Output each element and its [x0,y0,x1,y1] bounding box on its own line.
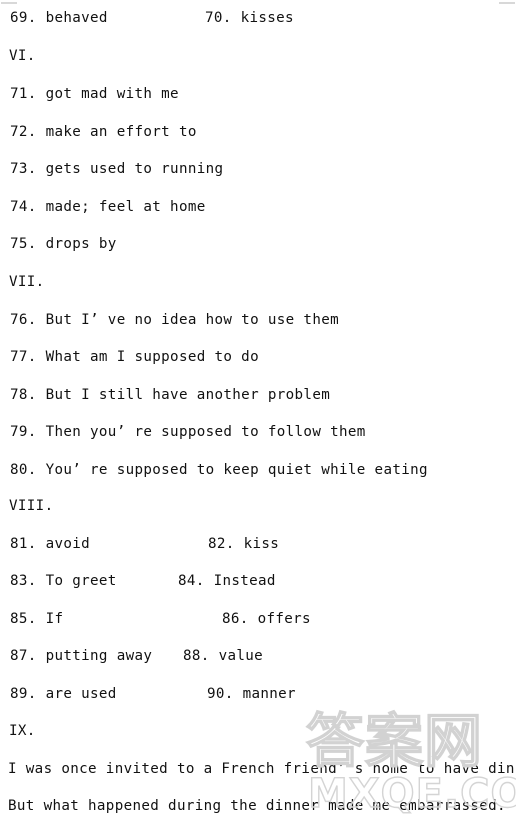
answer-line-75: 75. drops by [10,236,117,252]
answer-line-87: 87. putting away [10,648,153,664]
answer-line-90: 90. manner [207,686,296,702]
answer-line-78: 78. But I still have another problem [10,387,331,403]
answer-line-77: 77. What am I supposed to do [10,349,259,365]
answer-line-70: 70. kisses [205,10,294,26]
answer-line-69: 69. behaved [10,10,108,26]
answer-line-84: 84. Instead [178,573,276,589]
answer-line-72: 72. make an effort to [10,124,197,140]
answer-line-85: 85. If [10,611,64,627]
answer-line-83: 83. To greet [10,573,117,589]
section-heading-vii: VII. [9,274,45,290]
answer-line-86: 86. offers [222,611,311,627]
answer-line-76: 76. But I’ ve no idea how to use them [10,312,339,328]
answer-line-71: 71. got mad with me [10,86,179,102]
essay-paragraph-line-1: I was once invited to a French friend’ s… [8,761,516,777]
page-crop-mark-right [499,2,515,4]
section-heading-ix: IX. [9,723,36,739]
answer-line-88: 88. value [183,648,264,664]
answer-line-81: 81. avoid [10,536,91,552]
page-crop-mark-left [1,2,17,4]
answer-line-79: 79. Then you’ re supposed to follow them [10,424,366,440]
section-heading-vi: VI. [9,48,36,64]
answer-line-80: 80. You’ re supposed to keep quiet while… [10,462,428,478]
section-heading-viii: VIII. [9,498,54,514]
answer-line-73: 73. gets used to running [10,161,224,177]
answer-line-82: 82. kiss [208,536,280,552]
answer-line-74: 74. made; feel at home [10,199,206,215]
answer-line-89: 89. are used [10,686,117,702]
scanned-page: 69. behaved 70. kisses VI. 71. got mad w… [0,0,516,832]
essay-paragraph-line-2: But what happened during the dinner made… [8,798,506,814]
